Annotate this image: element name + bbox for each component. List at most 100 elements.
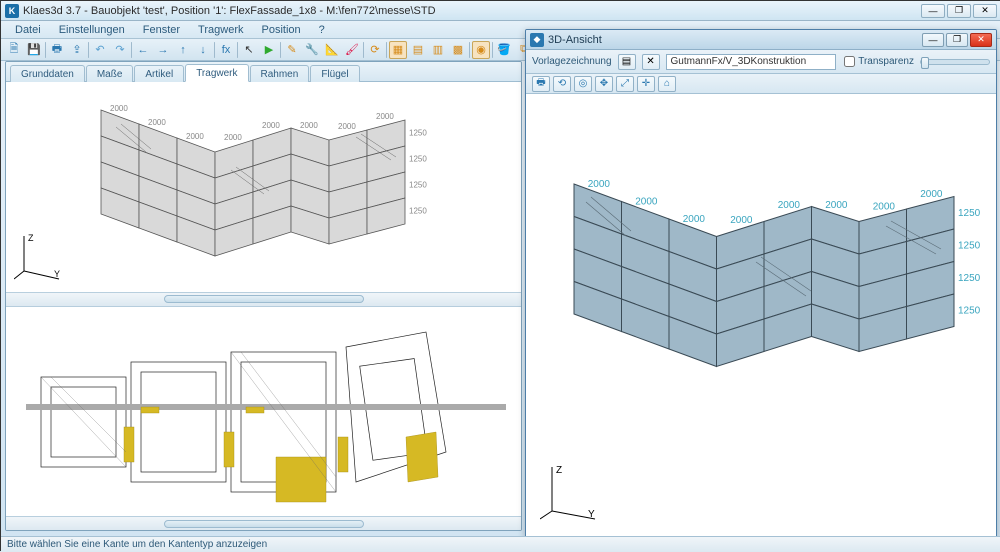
menu-einstellungen[interactable]: Einstellungen	[51, 23, 133, 37]
toolbar-fx-icon[interactable]: fx	[217, 41, 235, 59]
toolbar-separator	[237, 42, 238, 58]
svg-text:2000: 2000	[730, 215, 753, 226]
child-maximize-button[interactable]: ❐	[946, 33, 968, 47]
svg-text:2000: 2000	[262, 121, 280, 130]
toolbar-arrow-u-icon[interactable]: ↑	[174, 41, 192, 59]
main-window: K Klaes3d 3.7 - Bauobjekt 'test', Positi…	[1, 1, 1000, 552]
toolbar-grid1-icon[interactable]: ▦	[389, 41, 407, 59]
toolbar-separator	[363, 42, 364, 58]
svg-text:2000: 2000	[300, 121, 318, 130]
svg-text:2000: 2000	[186, 132, 204, 141]
toolbar-doc-icon[interactable]: 🗎	[5, 41, 23, 59]
template-path-field[interactable]: GutmannFx/V_3DKonstruktion	[666, 54, 836, 70]
toolbar-cursor-icon[interactable]: ↖	[240, 41, 258, 59]
toolbar-redo-icon[interactable]: ↷	[111, 41, 129, 59]
view3d-axis-icon[interactable]: ✛	[637, 76, 655, 92]
axis-z-label: Z	[556, 465, 562, 476]
transparency-label: Transparenz	[858, 56, 914, 67]
toolbar-separator	[131, 42, 132, 58]
svg-text:2000: 2000	[683, 214, 706, 225]
toolbar-arrow-d-icon[interactable]: ↓	[194, 41, 212, 59]
toolbar-save-icon[interactable]: 💾	[25, 41, 43, 59]
menu-position[interactable]: Position	[253, 23, 308, 37]
maximize-button[interactable]: ❐	[947, 4, 971, 18]
child-toolbar-2: 🖶⟲◎✥⤢✛⌂	[526, 74, 996, 94]
toolbar-separator	[45, 42, 46, 58]
toolbar-grid4-icon[interactable]: ▩	[449, 41, 467, 59]
toolbar-separator	[386, 42, 387, 58]
svg-text:1250: 1250	[958, 306, 981, 317]
svg-text:2000: 2000	[338, 122, 356, 131]
menu-?[interactable]: ?	[311, 23, 333, 37]
toolbar-pencil-icon[interactable]: ✎	[283, 41, 301, 59]
svg-text:2000: 2000	[148, 118, 166, 127]
view3d-print-icon[interactable]: 🖶	[532, 76, 550, 92]
app-icon: K	[5, 4, 19, 18]
axes-indicator-2d: Z Y	[14, 231, 64, 284]
status-text: Bitte wählen Sie eine Kante um den Kante…	[7, 539, 267, 550]
view3d-rotate-icon[interactable]: ⟲	[553, 76, 571, 92]
child-minimize-button[interactable]: —	[922, 33, 944, 47]
svg-text:2000: 2000	[224, 133, 242, 142]
view3d-fit-icon[interactable]: ⤢	[616, 76, 634, 92]
menu-fenster[interactable]: Fenster	[135, 23, 188, 37]
menu-tragwerk[interactable]: Tragwerk	[190, 23, 251, 37]
minimize-button[interactable]: —	[921, 4, 945, 18]
svg-text:1250: 1250	[409, 129, 427, 138]
child-toolbar: Vorlagezeichnung ▤ ✕ GutmannFx/V_3DKonst…	[526, 50, 996, 74]
status-bar: Bitte wählen Sie eine Kante um den Kante…	[1, 536, 1000, 552]
close-button[interactable]: ✕	[973, 4, 997, 18]
child-app-icon: ◆	[530, 33, 544, 47]
template-pick-button[interactable]: ▤	[618, 54, 636, 70]
tab-grunddaten[interactable]: Grunddaten	[10, 65, 85, 82]
child-window-buttons: — ❐ ✕	[922, 33, 992, 47]
axis-y-label: Y	[54, 269, 60, 279]
toolbar-play-icon[interactable]: ▶	[260, 41, 278, 59]
child-close-button[interactable]: ✕	[970, 33, 992, 47]
toolbar-paint-icon[interactable]: 🖌	[343, 41, 361, 59]
toolbar-undo-icon[interactable]: ↶	[91, 41, 109, 59]
toolbar-ruler-icon[interactable]: 📐	[323, 41, 341, 59]
tab-rahmen[interactable]: Rahmen	[250, 65, 310, 82]
panel-profile-section[interactable]	[6, 307, 521, 531]
window-buttons: — ❐ ✕	[921, 4, 997, 18]
svg-text:2000: 2000	[376, 112, 394, 121]
view3d-home-icon[interactable]: ⌂	[658, 76, 676, 92]
toolbar-arrow-l-icon[interactable]: ←	[134, 41, 152, 59]
tab-artikel[interactable]: Artikel	[134, 65, 184, 82]
toolbar-wrench-icon[interactable]: 🔧	[303, 41, 321, 59]
svg-text:2000: 2000	[588, 179, 611, 190]
tab-flügel[interactable]: Flügel	[310, 65, 359, 82]
child-3d-view[interactable]: 2000200020002000200020002000200012501250…	[526, 94, 996, 538]
toolbar-separator	[280, 42, 281, 58]
toolbar-grid3-icon[interactable]: ▥	[429, 41, 447, 59]
transparency-checkbox[interactable]: Transparenz	[844, 56, 914, 67]
transparency-slider[interactable]	[920, 59, 990, 65]
toolbar-separator	[492, 42, 493, 58]
tab-tragwerk[interactable]: Tragwerk	[185, 64, 248, 82]
hscroll-top[interactable]	[6, 292, 521, 306]
svg-text:1250: 1250	[958, 208, 981, 219]
toolbar-print-icon[interactable]: 🖶	[48, 41, 66, 59]
toolbar-refresh-icon[interactable]: ⟳	[366, 41, 384, 59]
hscroll-bottom[interactable]	[6, 516, 521, 530]
window-title: Klaes3d 3.7 - Bauobjekt 'test', Position…	[23, 5, 921, 17]
toolbar-view3d-icon[interactable]: ◉	[472, 41, 490, 59]
client-area: GrunddatenMaßeArtikelTragwerkRahmenFlüge…	[5, 61, 522, 531]
svg-text:1250: 1250	[409, 155, 427, 164]
view3d-orbit-icon[interactable]: ◎	[574, 76, 592, 92]
view3d-pan-icon[interactable]: ✥	[595, 76, 613, 92]
panel-stack: 2000200020002000200020002000200012501250…	[6, 82, 521, 530]
template-clear-button[interactable]: ✕	[642, 54, 660, 70]
toolbar-arrow-r-icon[interactable]: →	[154, 41, 172, 59]
panel-facade-2d[interactable]: 2000200020002000200020002000200012501250…	[6, 82, 521, 307]
menu-datei[interactable]: Datei	[7, 23, 49, 37]
transparency-check-input[interactable]	[844, 56, 855, 67]
toolbar-bucket-icon[interactable]: 🪣	[495, 41, 513, 59]
svg-text:1250: 1250	[958, 241, 981, 252]
tab-maße[interactable]: Maße	[86, 65, 134, 82]
toolbar-separator	[88, 42, 89, 58]
toolbar-grid2-icon[interactable]: ▤	[409, 41, 427, 59]
facade-2d-svg: 2000200020002000200020002000200012501250…	[6, 82, 521, 292]
toolbar-export-icon[interactable]: ⇪	[68, 41, 86, 59]
